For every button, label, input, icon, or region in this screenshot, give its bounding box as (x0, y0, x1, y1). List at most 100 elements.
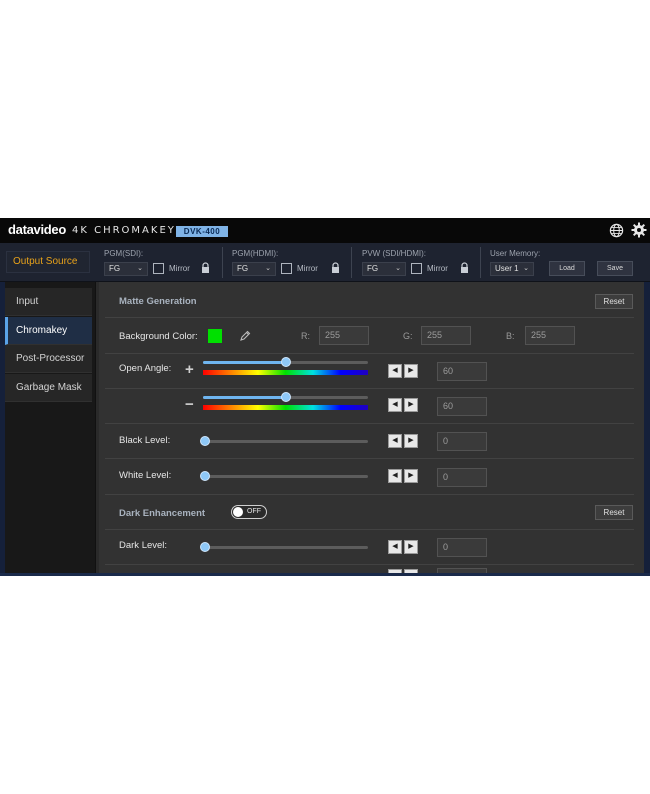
pgm-sdi-select[interactable]: FG ⌄ (104, 262, 148, 276)
background-color-row: Background Color: R: 255 G: 255 B: 255 (105, 318, 634, 354)
product-name: 4K CHROMAKEY (72, 225, 176, 236)
dark-level-label: Dark Level: (119, 540, 168, 551)
chromakey-app-window: datavideo 4K CHROMAKEY DVK-400 Output So… (0, 218, 650, 576)
r-label: R: (301, 331, 310, 341)
pvw-select[interactable]: FG ⌄ (362, 262, 406, 276)
load-button[interactable]: Load (549, 261, 585, 276)
pvw-mirror-checkbox[interactable] (411, 263, 422, 274)
decrement-button[interactable]: ◀ (388, 434, 402, 448)
pgm-sdi-group: PGM(SDI): FG ⌄ Mirror (104, 243, 219, 282)
sidebar-item-post-processor[interactable]: Post-Processor (5, 345, 92, 373)
window-bottom-edge (0, 573, 650, 576)
save-button[interactable]: Save (597, 261, 633, 276)
black-level-slider[interactable] (200, 436, 368, 446)
pgm-hdmi-value: FG (237, 264, 249, 273)
dark-level-row: Dark Level: ◀ ▶ 0 (105, 530, 634, 565)
dark-enhancement-reset-button[interactable]: Reset (595, 505, 633, 520)
hue-spectrum-bar (203, 405, 368, 410)
background-color-label: Background Color: (119, 331, 198, 342)
open-angle-plus-row: Open Angle: + ◀ ▶ 60 (105, 354, 634, 389)
pgm-sdi-value: FG (109, 264, 121, 273)
open-angle-minus-row: − ◀ ▶ 60 (105, 389, 634, 424)
plus-sign: + (185, 361, 194, 378)
sidebar-item-chromakey[interactable]: Chromakey (5, 317, 92, 345)
white-level-label: White Level: (119, 470, 172, 481)
increment-button[interactable]: ▶ (404, 398, 418, 412)
slider-knob[interactable] (200, 542, 210, 552)
slider-fill (203, 361, 286, 364)
title-bar: datavideo 4K CHROMAKEY DVK-400 (0, 218, 650, 243)
pvw-group: PVW (SDI/HDMI): FG ⌄ Mirror (362, 243, 477, 282)
sidebar-item-garbage-mask[interactable]: Garbage Mask (5, 374, 92, 402)
pencil-icon[interactable] (239, 330, 251, 342)
g-label: G: (403, 331, 413, 341)
matte-generation-title: Matte Generation (119, 296, 197, 307)
pvw-title: PVW (SDI/HDMI): (362, 249, 426, 258)
dark-enhancement-toggle[interactable]: OFF (231, 505, 267, 519)
pgm-sdi-title: PGM(SDI): (104, 249, 144, 258)
pgm-hdmi-mirror-label: Mirror (297, 264, 318, 273)
pgm-hdmi-mirror-checkbox[interactable] (281, 263, 292, 274)
black-level-field[interactable]: 0 (437, 432, 487, 451)
open-angle-plus-field[interactable]: 60 (437, 362, 487, 381)
white-level-field[interactable]: 0 (437, 468, 487, 487)
pvw-value: FG (367, 264, 379, 273)
g-value-field[interactable]: 255 (421, 326, 471, 345)
globe-icon[interactable] (609, 223, 624, 238)
slider-knob[interactable] (280, 392, 291, 402)
decrement-button[interactable]: ◀ (388, 469, 402, 483)
user-memory-select[interactable]: User 1 ⌄ (490, 262, 534, 276)
slider-knob[interactable] (200, 436, 210, 446)
dark-level-slider[interactable] (200, 542, 368, 552)
r-value-field[interactable]: 255 (319, 326, 369, 345)
open-angle-plus-slider[interactable] (203, 357, 368, 367)
pgm-sdi-mirror-checkbox[interactable] (153, 263, 164, 274)
white-level-slider[interactable] (200, 471, 368, 481)
divider (480, 247, 481, 278)
b-value-field[interactable]: 255 (525, 326, 575, 345)
chevron-down-icon: ⌄ (523, 265, 529, 272)
window-edge (644, 282, 650, 576)
toggle-knob (233, 507, 243, 517)
chevron-down-icon: ⌄ (395, 265, 401, 272)
lock-icon[interactable] (201, 262, 210, 274)
lock-icon[interactable] (460, 262, 469, 274)
increment-button[interactable]: ▶ (404, 364, 418, 378)
decrement-button[interactable]: ◀ (388, 398, 402, 412)
divider (222, 247, 223, 278)
chevron-down-icon: ⌄ (265, 265, 271, 272)
black-level-row: Black Level: ◀ ▶ 0 (105, 424, 634, 459)
matte-reset-button[interactable]: Reset (595, 294, 633, 309)
user-memory-group: User Memory: User 1 ⌄ Load Save (490, 243, 640, 282)
minus-sign: − (185, 396, 194, 413)
decrement-button[interactable]: ◀ (388, 540, 402, 554)
user-memory-value: User 1 (495, 264, 519, 273)
pgm-sdi-mirror-label: Mirror (169, 264, 190, 273)
increment-button[interactable]: ▶ (404, 469, 418, 483)
pgm-hdmi-select[interactable]: FG ⌄ (232, 262, 276, 276)
sidebar: Input Chromakey Post-Processor Garbage M… (0, 282, 96, 576)
chevron-down-icon: ⌄ (137, 265, 143, 272)
increment-button[interactable]: ▶ (404, 434, 418, 448)
dark-enhancement-title: Dark Enhancement (119, 508, 206, 519)
user-memory-title: User Memory: (490, 249, 541, 258)
decrement-button[interactable]: ◀ (388, 364, 402, 378)
toggle-state: OFF (247, 508, 261, 515)
open-angle-minus-slider[interactable] (203, 392, 368, 402)
slider-knob[interactable] (200, 471, 210, 481)
gear-icon[interactable] (631, 222, 647, 238)
background-color-swatch[interactable] (208, 329, 222, 343)
dark-level-field[interactable]: 0 (437, 538, 487, 557)
slider-knob[interactable] (280, 357, 291, 367)
dark-enhancement-header: Dark Enhancement OFF Reset (105, 495, 634, 530)
brand-logo: datavideo (8, 222, 66, 237)
open-angle-minus-field[interactable]: 60 (437, 397, 487, 416)
lock-icon[interactable] (331, 262, 340, 274)
output-source-bar: Output Source PGM(SDI): FG ⌄ Mirror PGM(… (0, 243, 650, 282)
matte-generation-header: Matte Generation Reset (105, 282, 634, 318)
black-level-label: Black Level: (119, 435, 171, 446)
increment-button[interactable]: ▶ (404, 540, 418, 554)
pgm-hdmi-title: PGM(HDMI): (232, 249, 279, 258)
hue-spectrum-bar (203, 370, 368, 375)
sidebar-item-input[interactable]: Input (5, 288, 92, 316)
